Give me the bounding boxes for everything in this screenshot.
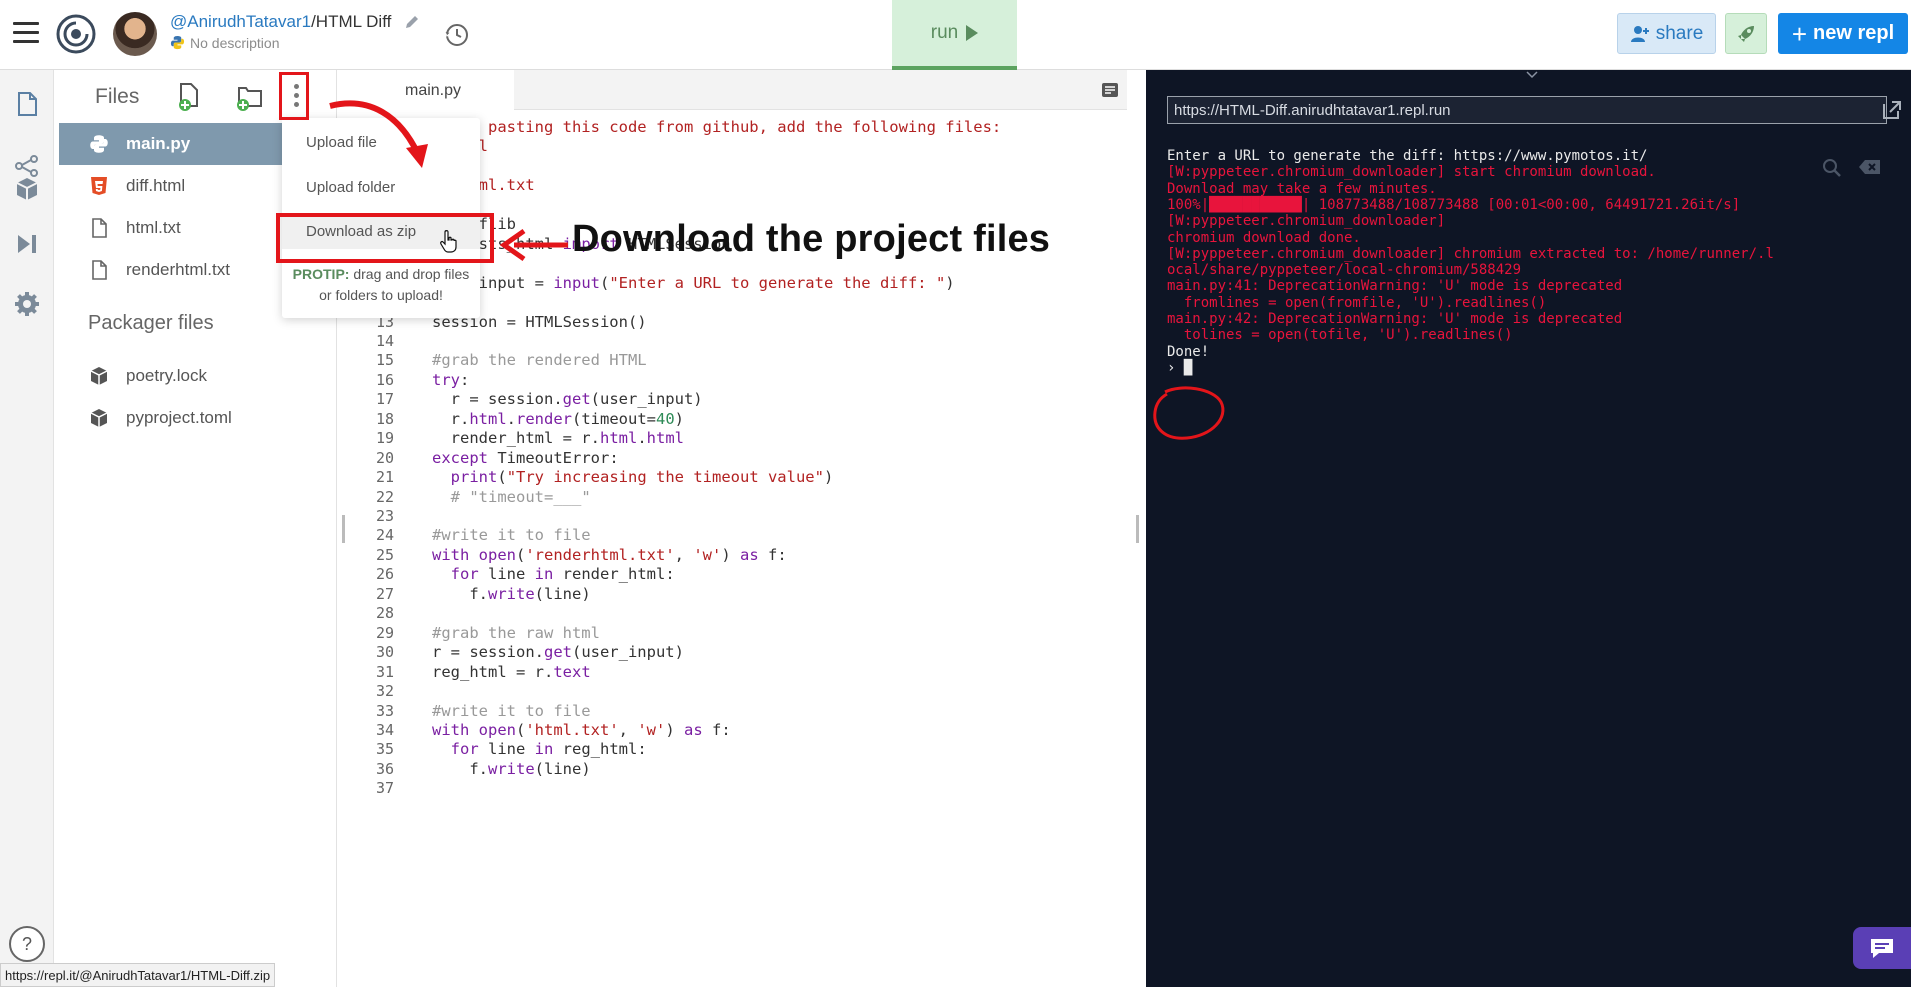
debugger-icon[interactable] bbox=[13, 230, 41, 258]
file-name: poetry.lock bbox=[126, 366, 207, 385]
file-name: renderhtml.txt bbox=[126, 260, 230, 279]
add-folder-icon[interactable] bbox=[235, 82, 263, 112]
terminal-line: Done! bbox=[1167, 343, 1210, 360]
annotation-arrow-left bbox=[500, 228, 568, 262]
package-icon bbox=[90, 367, 108, 385]
top-header: @AnirudhTatavar1/HTML Diff No descriptio… bbox=[0, 0, 1911, 70]
chat-bubble-icon bbox=[1871, 939, 1893, 958]
terminal-line: chromium download done. bbox=[1167, 229, 1361, 246]
package-icon bbox=[90, 409, 108, 427]
status-link-preview: https://repl.it/@AnirudhTatavar1/HTML-Di… bbox=[0, 963, 276, 987]
packager-file-list: poetry.lock pyproject.toml bbox=[59, 355, 336, 439]
terminal-line: main.py:42: DeprecationWarning: 'U' mode… bbox=[1167, 311, 1623, 327]
history-icon[interactable] bbox=[444, 22, 470, 48]
play-icon bbox=[966, 25, 979, 41]
user-avatar[interactable] bbox=[113, 12, 157, 56]
resize-handle-right[interactable] bbox=[1136, 515, 1139, 543]
chat-support-button[interactable] bbox=[1853, 927, 1911, 969]
console-panel: https://HTML-Diff.anirudhtatavar1.repl.r… bbox=[1146, 70, 1911, 987]
annotation-box-download bbox=[276, 213, 494, 263]
add-file-icon[interactable] bbox=[176, 82, 204, 112]
tab-bar: main.py bbox=[352, 70, 1127, 111]
resize-handle-left[interactable] bbox=[342, 515, 345, 543]
file-name: main.py bbox=[126, 134, 191, 153]
annotation-box-menu-button bbox=[279, 72, 309, 120]
file-name: html.txt bbox=[126, 218, 181, 237]
html5-icon bbox=[91, 177, 107, 195]
new-repl-label: new repl bbox=[1813, 22, 1895, 44]
plus-icon: + bbox=[1791, 18, 1808, 49]
terminal-line: main.py:41: DeprecationWarning: 'U' mode… bbox=[1167, 278, 1623, 295]
file-icon bbox=[92, 260, 107, 280]
protip-text: PROTIP: drag and drop files or folders t… bbox=[292, 266, 470, 303]
annotation-curved-arrow bbox=[329, 100, 428, 168]
terminal-line: ocal/share/pyppeteer/local-chromium/5884… bbox=[1167, 262, 1522, 279]
repl-owner[interactable]: @AnirudhTatavar1 bbox=[170, 12, 311, 31]
packager-file-item[interactable]: pyproject.toml bbox=[59, 397, 336, 439]
terminal-line: Enter a URL to generate the diff: https:… bbox=[1167, 148, 1648, 164]
file-name: pyproject.toml bbox=[126, 408, 232, 427]
terminal-line: Download may take a few minutes. bbox=[1167, 180, 1437, 197]
files-icon[interactable] bbox=[13, 90, 41, 118]
share-button[interactable]: share bbox=[1617, 13, 1716, 54]
repl-description[interactable]: No description bbox=[170, 35, 280, 51]
file-name: diff.html bbox=[126, 176, 186, 195]
deploy-rocket-button[interactable] bbox=[1725, 13, 1767, 54]
repl-name: /HTML Diff bbox=[311, 12, 392, 31]
editor-options-icon[interactable] bbox=[1101, 82, 1119, 98]
sidebar-rail: ? bbox=[0, 70, 54, 987]
help-button[interactable]: ? bbox=[9, 926, 45, 962]
terminal-line: fromlines = open(fromfile, 'U').readline… bbox=[1167, 294, 1547, 311]
replit-logo-icon[interactable] bbox=[56, 14, 96, 54]
packager-files-heading: Packager files bbox=[88, 312, 214, 334]
chevron-down-icon[interactable] bbox=[1525, 70, 1539, 80]
annotation-circle bbox=[1153, 386, 1225, 440]
clear-console-icon[interactable] bbox=[1858, 158, 1882, 176]
repl-workspace: @AnirudhTatavar1/HTML Diff No descriptio… bbox=[0, 0, 1911, 987]
line-number: 37 bbox=[375, 779, 394, 798]
file-icon bbox=[92, 218, 107, 238]
python-icon bbox=[90, 135, 108, 153]
files-heading: Files bbox=[95, 85, 140, 108]
settings-gear-icon[interactable] bbox=[13, 290, 41, 318]
terminal-line: [W:pyppeteer.chromium_downloader] start … bbox=[1167, 164, 1656, 181]
rocket-icon bbox=[1738, 25, 1754, 42]
code-line: 37 bbox=[352, 777, 1127, 800]
run-label: run bbox=[930, 22, 959, 43]
add-user-icon bbox=[1630, 25, 1649, 42]
search-icon[interactable] bbox=[1822, 158, 1842, 178]
terminal-line: › █ bbox=[1167, 359, 1193, 376]
terminal-line: [W:pyppeteer.chromium_downloader] bbox=[1167, 213, 1446, 230]
new-repl-button[interactable]: + new repl bbox=[1778, 13, 1908, 54]
packages-cube-icon[interactable] bbox=[13, 175, 41, 203]
packager-file-item[interactable]: poetry.lock bbox=[59, 355, 336, 397]
hamburger-menu-icon[interactable] bbox=[13, 22, 39, 44]
edit-pencil-icon[interactable] bbox=[404, 14, 420, 30]
annotation-caption: Download the project files bbox=[572, 218, 1051, 260]
terminal-line: 100%|███████████| 108773488/108773488 [0… bbox=[1167, 196, 1741, 213]
terminal-line: [W:pyppeteer.chromium_downloader] chromi… bbox=[1167, 245, 1774, 262]
terminal-line: tolines = open(tofile, 'U').readlines() bbox=[1167, 327, 1513, 344]
run-button[interactable]: run bbox=[892, 0, 1017, 70]
open-external-icon[interactable] bbox=[1880, 98, 1904, 122]
share-label: share bbox=[1655, 22, 1704, 44]
repl-title[interactable]: @AnirudhTatavar1/HTML Diff bbox=[170, 12, 391, 32]
webview-url-field[interactable]: https://HTML-Diff.anirudhtatavar1.repl.r… bbox=[1167, 96, 1887, 124]
